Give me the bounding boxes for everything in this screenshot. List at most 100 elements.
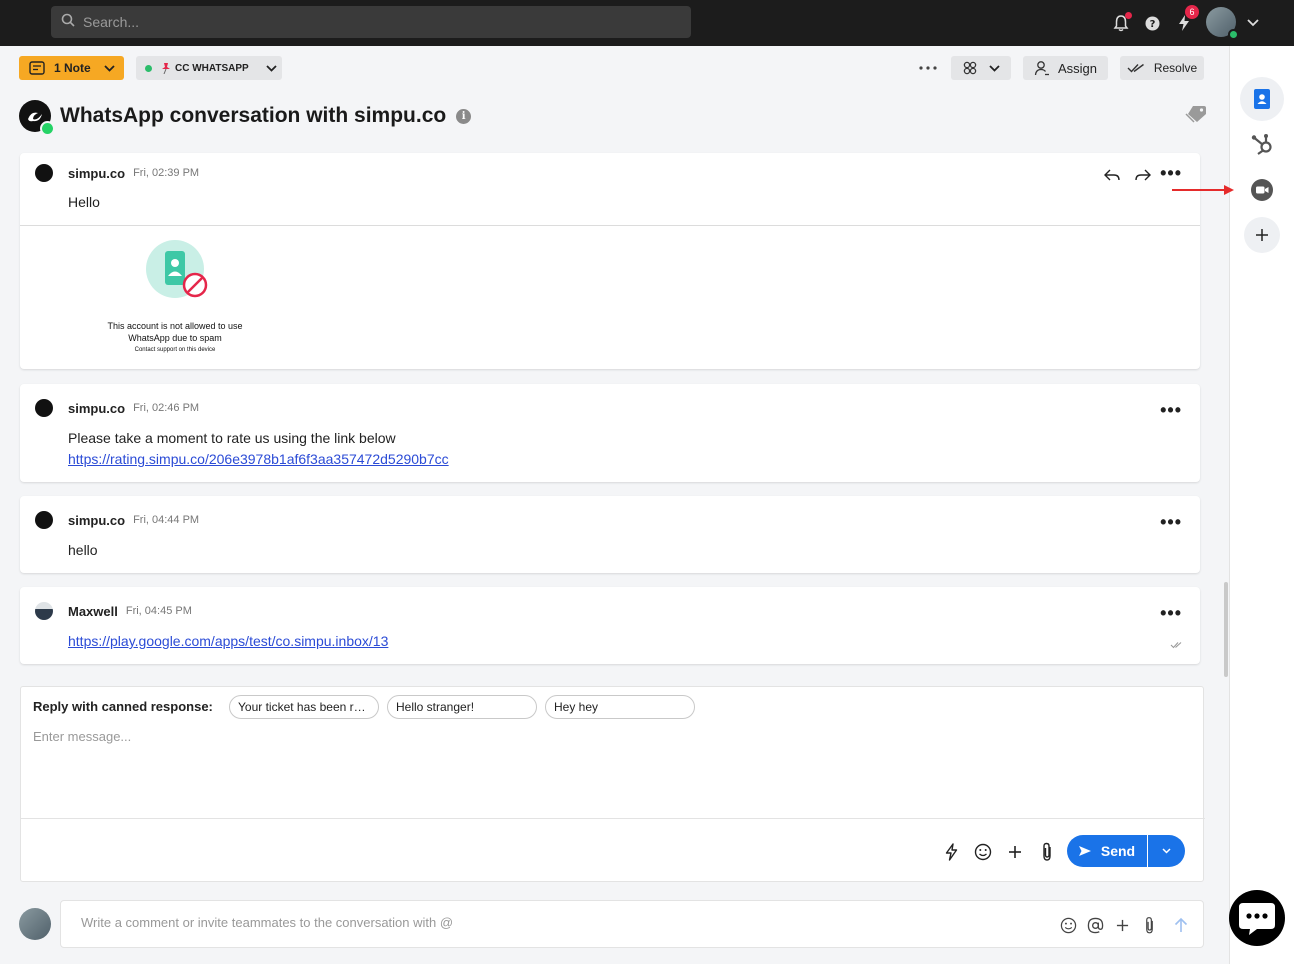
simpu-logo — [19, 100, 55, 136]
emoji-icon[interactable] — [972, 841, 994, 863]
pin-icon — [161, 62, 171, 74]
plus-icon — [1255, 228, 1269, 242]
attachment-icon[interactable] — [1139, 915, 1159, 935]
send-options-button[interactable] — [1148, 835, 1185, 867]
message-menu-icon[interactable]: ••• — [1160, 163, 1182, 184]
chevron-down-icon — [104, 64, 115, 72]
user-avatar[interactable] — [1206, 7, 1239, 40]
message-card: simpu.co Fri, 02:39 PM Hello ••• This ac… — [20, 153, 1200, 369]
notes-button[interactable]: 1 Note — [19, 56, 124, 80]
tag-icon[interactable] — [1185, 105, 1207, 128]
plus-icon[interactable] — [1112, 915, 1132, 935]
emoji-icon[interactable] — [1058, 915, 1078, 935]
more-options-icon[interactable] — [918, 60, 938, 81]
canned-response-chip[interactable]: Your ticket has been r… — [229, 695, 379, 719]
notifications-bell-icon[interactable] — [1110, 12, 1132, 34]
note-icon — [29, 61, 45, 75]
apps-dropdown-button[interactable] — [951, 56, 1011, 80]
chevron-down-icon — [1162, 848, 1171, 854]
spam-warning-image — [140, 239, 212, 306]
comment-bar — [60, 900, 1204, 948]
play-store-link[interactable]: https://play.google.com/apps/test/co.sim… — [68, 633, 388, 649]
user-icon — [1034, 60, 1050, 76]
search-bar[interactable] — [51, 6, 691, 38]
chat-bubble-icon — [1237, 899, 1277, 937]
lightning-icon[interactable] — [940, 841, 962, 863]
chevron-down-icon[interactable] — [1242, 12, 1264, 34]
send-label: Send — [1100, 843, 1136, 859]
caption-line: This account is not allowed to use — [107, 321, 243, 331]
sender-name: Maxwell — [68, 603, 118, 619]
message-time: Fri, 02:46 PM — [133, 402, 200, 414]
assign-button[interactable]: Assign — [1023, 56, 1108, 80]
message-menu-icon[interactable]: ••• — [1160, 603, 1182, 624]
message-header: Maxwell Fri, 04:45 PM — [35, 602, 192, 620]
info-icon[interactable]: i — [456, 108, 472, 124]
contact-profile-button[interactable] — [1240, 77, 1284, 121]
video-call-button[interactable] — [1244, 172, 1280, 208]
spam-warning-caption: This account is not allowed to use Whats… — [100, 320, 250, 356]
message-card: simpu.co Fri, 02:46 PM Please take a mom… — [20, 384, 1200, 482]
forward-icon[interactable] — [1135, 168, 1151, 187]
message-input[interactable] — [33, 729, 1183, 809]
sender-name: simpu.co — [68, 400, 126, 416]
video-camera-icon — [1250, 178, 1274, 202]
delivered-check-icon — [1170, 636, 1182, 654]
mention-icon[interactable] — [1085, 915, 1105, 935]
chevron-down-icon — [266, 64, 277, 72]
chevron-down-icon — [988, 64, 1000, 72]
sender-avatar — [35, 164, 53, 182]
status-dot — [145, 64, 152, 72]
sender-avatar — [35, 511, 53, 529]
channel-label: CC WHATSAPP — [175, 62, 249, 74]
right-app-rail — [1229, 46, 1294, 964]
activity-count-badge: 6 — [1185, 5, 1199, 19]
lightning-icon[interactable]: 6 — [1173, 5, 1199, 34]
message-card: simpu.co Fri, 04:44 PM hello ••• — [20, 496, 1200, 573]
assign-label: Assign — [1057, 60, 1098, 76]
divider — [21, 818, 1205, 819]
canned-response-chip[interactable]: Hello stranger! — [387, 695, 537, 719]
add-app-button[interactable] — [1244, 217, 1280, 253]
whatsapp-icon — [40, 121, 55, 136]
message-text: Please take a moment to rate us using th… — [68, 430, 396, 446]
apps-icon — [963, 61, 977, 75]
resolve-button[interactable]: Resolve — [1120, 56, 1204, 80]
sender-avatar — [35, 399, 53, 417]
top-bar: ? 6 — [0, 0, 1294, 46]
canned-response-chip[interactable]: Hey hey — [545, 695, 695, 719]
attachment-icon[interactable] — [1036, 841, 1058, 863]
send-button[interactable]: Send — [1067, 835, 1147, 867]
resolve-label: Resolve — [1153, 61, 1198, 75]
message-text: hello — [68, 542, 98, 558]
message-header: simpu.co Fri, 02:39 PM — [35, 164, 199, 182]
channel-selector[interactable]: CC WHATSAPP — [136, 56, 282, 80]
svg-text:?: ? — [1149, 19, 1155, 30]
message-header: simpu.co Fri, 04:44 PM — [35, 511, 199, 529]
search-icon — [61, 13, 75, 32]
contact-card-icon — [1253, 88, 1271, 110]
send-comment-arrow-icon[interactable] — [1171, 915, 1191, 935]
hubspot-integration-button[interactable] — [1244, 126, 1280, 162]
divider — [20, 225, 1200, 226]
conversation-toolbar: 1 Note CC WHATSAPP Assign Resolve — [0, 46, 1228, 92]
support-chat-widget-button[interactable] — [1229, 890, 1285, 946]
caption-line: WhatsApp due to spam — [128, 333, 222, 343]
scrollbar[interactable] — [1224, 582, 1228, 677]
comment-input[interactable] — [81, 915, 1031, 930]
help-icon[interactable]: ? — [1141, 12, 1163, 34]
reply-composer: Reply with canned response: Your ticket … — [20, 686, 1205, 882]
sender-name: simpu.co — [68, 165, 126, 181]
search-input[interactable] — [83, 14, 643, 30]
note-count-label: 1 Note — [54, 61, 91, 75]
reply-icon[interactable] — [1104, 168, 1120, 187]
conversation-header: WhatsApp conversation with simpu.co i — [19, 98, 472, 136]
rating-link[interactable]: https://rating.simpu.co/206e3978b1af6f3a… — [68, 451, 449, 467]
plus-icon[interactable] — [1004, 841, 1026, 863]
annotation-arrow — [1172, 185, 1234, 195]
message-time: Fri, 04:45 PM — [125, 605, 192, 617]
current-user-avatar — [19, 908, 51, 940]
message-menu-icon[interactable]: ••• — [1160, 400, 1182, 421]
notification-dot — [1125, 12, 1132, 19]
message-menu-icon[interactable]: ••• — [1160, 512, 1182, 533]
